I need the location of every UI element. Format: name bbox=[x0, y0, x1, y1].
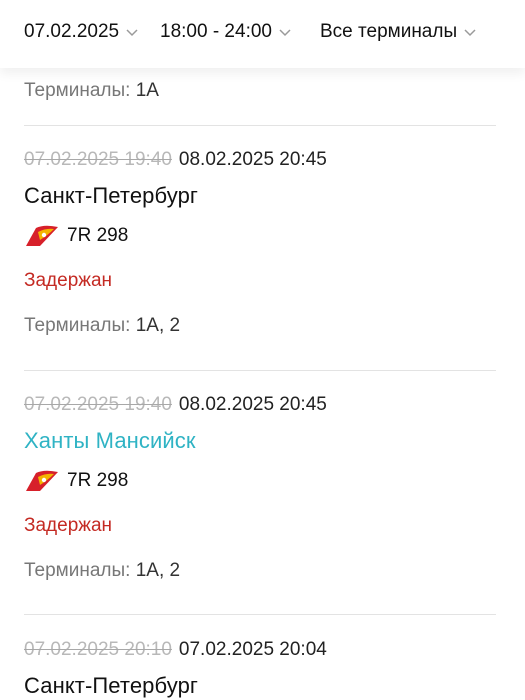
terminal-filter-dropdown[interactable]: Все терминалы bbox=[320, 21, 476, 43]
flight-carrier: 7R 298 bbox=[24, 469, 128, 493]
flight-city: Санкт-Петербург bbox=[24, 183, 199, 208]
scheduled-time: 07.02.2025 19:40 bbox=[24, 394, 172, 415]
flight-terminals: Терминалы: 1A, 2 bbox=[24, 315, 180, 337]
flight-number: 7R 298 bbox=[67, 225, 129, 246]
flight-card[interactable]: 07.02.2025 19:40 08.02.2025 20:45 Ханты М… bbox=[24, 394, 496, 624]
chevron-down-icon bbox=[464, 29, 476, 37]
terminal-filter-value: Все терминалы bbox=[320, 21, 458, 42]
date-filter-value: 07.02.2025 bbox=[24, 21, 120, 42]
time-filter-value: 18:00 - 24:00 bbox=[160, 21, 272, 42]
terminals-label: Терминалы: bbox=[24, 560, 131, 581]
flight-city: Санкт-Петербург bbox=[24, 673, 199, 698]
divider bbox=[24, 125, 496, 126]
time-filter-dropdown[interactable]: 18:00 - 24:00 bbox=[160, 21, 291, 43]
flight-card[interactable]: 07.02.2025 20:10 07.02.2025 20:04 Санкт-П… bbox=[24, 639, 496, 700]
actual-time: 08.02.2025 20:45 bbox=[178, 394, 327, 415]
airline-logo-icon bbox=[26, 470, 58, 491]
flight-carrier: 7R 298 bbox=[24, 224, 128, 248]
actual-time: 08.02.2025 20:45 bbox=[178, 149, 327, 170]
flight-city-link[interactable]: Ханты Мансийск bbox=[24, 428, 196, 454]
scheduled-time: 07.02.2025 19:40 bbox=[24, 149, 172, 170]
flight-times: 07.02.2025 19:40 08.02.2025 20:45 bbox=[24, 149, 327, 171]
date-filter-dropdown[interactable]: 07.02.2025 bbox=[24, 21, 138, 43]
divider bbox=[24, 370, 496, 371]
chevron-down-icon bbox=[279, 29, 291, 37]
scheduled-time: 07.02.2025 20:10 bbox=[24, 639, 172, 660]
flight-status: Задержан bbox=[24, 270, 113, 291]
flight-number: 7R 298 bbox=[67, 470, 129, 491]
chevron-down-icon bbox=[126, 29, 138, 37]
flight-terminals: Терминалы: 1A, 2 bbox=[24, 560, 180, 582]
terminals-label: Терминалы: bbox=[24, 315, 131, 336]
flight-card[interactable]: 07.02.2025 19:40 08.02.2025 20:45 Санкт-П… bbox=[24, 149, 496, 379]
flight-times: 07.02.2025 20:10 07.02.2025 20:04 bbox=[24, 639, 327, 661]
terminals-value: 1A, 2 bbox=[135, 315, 181, 336]
filter-bar: 07.02.2025 18:00 - 24:00 Все терминалы bbox=[0, 0, 525, 68]
flight-status: Задержан bbox=[24, 515, 113, 536]
terminals-value: 1A bbox=[135, 80, 159, 101]
flight-terminals: Терминалы: 1A bbox=[24, 80, 159, 102]
terminals-value: 1A, 2 bbox=[135, 560, 181, 581]
divider bbox=[24, 614, 496, 615]
terminals-label: Терминалы: bbox=[24, 80, 131, 101]
actual-time: 07.02.2025 20:04 bbox=[178, 639, 327, 660]
flight-times: 07.02.2025 19:40 08.02.2025 20:45 bbox=[24, 394, 327, 416]
airline-logo-icon bbox=[26, 225, 58, 246]
